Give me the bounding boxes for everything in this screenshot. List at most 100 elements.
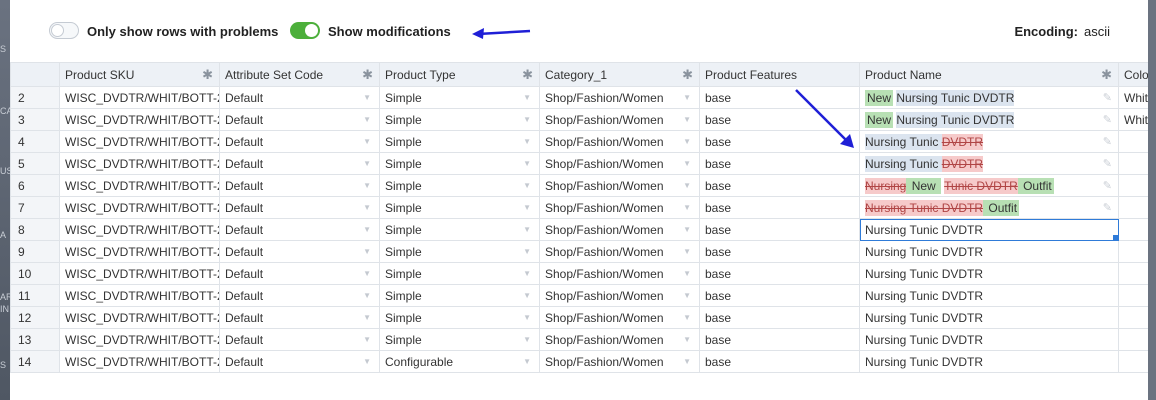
dropdown-caret-icon[interactable]: ▼ [363, 137, 371, 146]
cell-product-name[interactable]: Nursing Tunic DVDTR [859, 328, 1119, 351]
cell-sku[interactable]: WISC_DVDTR/WHIT/BOTT-2 [59, 350, 220, 373]
cell-product-name[interactable]: Nursing Tunic DVDTR [859, 240, 1119, 263]
dropdown-caret-icon[interactable]: ▼ [523, 93, 531, 102]
cell-category[interactable]: Shop/Fashion/Women ▼ [539, 306, 700, 329]
show-modifications-label[interactable]: Show modifications [328, 24, 451, 39]
cell-product-name[interactable]: Nursing Tunic DVDTR [859, 350, 1119, 373]
cell-product-type[interactable]: Simple ▼ [379, 284, 540, 307]
cell-sku[interactable]: WISC_DVDTR/WHIT/BOTT-2 [59, 108, 220, 131]
dropdown-caret-icon[interactable]: ▼ [523, 137, 531, 146]
cell-attribute-set[interactable]: Default ▼ [219, 130, 380, 153]
cell-product-type[interactable]: Simple ▼ [379, 262, 540, 285]
column-header-color[interactable]: Color [1118, 62, 1148, 87]
cell-product-features[interactable]: base [699, 350, 860, 373]
dropdown-caret-icon[interactable]: ▼ [683, 313, 691, 322]
cell-sku[interactable]: WISC_DVDTR/WHIT/BOTT-2 [59, 218, 220, 241]
cell-color[interactable] [1118, 350, 1148, 373]
cell-product-type[interactable]: Simple ▼ [379, 240, 540, 263]
dropdown-caret-icon[interactable]: ▼ [363, 357, 371, 366]
cell-product-type[interactable]: Simple ▼ [379, 174, 540, 197]
column-header-product-name[interactable]: Product Name ✱ [859, 62, 1119, 87]
cell-product-name[interactable]: New Nursing Tunic DVDTR ✎ [859, 86, 1119, 109]
dropdown-caret-icon[interactable]: ▼ [523, 357, 531, 366]
cell-product-name[interactable]: New Nursing Tunic DVDTR ✎ [859, 108, 1119, 131]
dropdown-caret-icon[interactable]: ▼ [683, 137, 691, 146]
dropdown-caret-icon[interactable]: ▼ [363, 313, 371, 322]
edit-pencil-icon[interactable]: ✎ [1103, 113, 1112, 126]
dropdown-caret-icon[interactable]: ▼ [683, 269, 691, 278]
cell-product-name[interactable]: Nursing Tunic DVDTR ✎ [859, 130, 1119, 153]
cell-product-name[interactable]: Nursing Tunic DVDTR ✎ [859, 152, 1119, 175]
cell-product-type[interactable]: Configurable ▼ [379, 350, 540, 373]
cell-color[interactable] [1118, 328, 1148, 351]
cell-product-type[interactable]: Simple ▼ [379, 196, 540, 219]
dropdown-caret-icon[interactable]: ▼ [523, 115, 531, 124]
cell-attribute-set[interactable]: Default ▼ [219, 174, 380, 197]
cell-color[interactable] [1118, 174, 1148, 197]
cell-category[interactable]: Shop/Fashion/Women ▼ [539, 196, 700, 219]
cell-attribute-set[interactable]: Default ▼ [219, 262, 380, 285]
dropdown-caret-icon[interactable]: ▼ [363, 269, 371, 278]
cell-category[interactable]: Shop/Fashion/Women ▼ [539, 86, 700, 109]
cell-category[interactable]: Shop/Fashion/Women ▼ [539, 174, 700, 197]
column-header-category[interactable]: Category_1 ✱ [539, 62, 700, 87]
cell-color[interactable] [1118, 284, 1148, 307]
cell-color[interactable] [1118, 152, 1148, 175]
dropdown-caret-icon[interactable]: ▼ [363, 203, 371, 212]
dropdown-caret-icon[interactable]: ▼ [523, 203, 531, 212]
dropdown-caret-icon[interactable]: ▼ [683, 159, 691, 168]
cell-sku[interactable]: WISC_DVDTR/WHIT/BOTT-2 [59, 152, 220, 175]
edit-pencil-icon[interactable]: ✎ [1103, 157, 1112, 170]
dropdown-caret-icon[interactable]: ▼ [523, 335, 531, 344]
dropdown-caret-icon[interactable]: ▼ [363, 291, 371, 300]
dropdown-caret-icon[interactable]: ▼ [683, 291, 691, 300]
cell-product-name[interactable]: Nursing Tunic DVDTR [859, 306, 1119, 329]
only-problems-label[interactable]: Only show rows with problems [87, 24, 278, 39]
cell-product-features[interactable]: base [699, 284, 860, 307]
cell-category[interactable]: Shop/Fashion/Women ▼ [539, 350, 700, 373]
cell-product-features[interactable]: base [699, 152, 860, 175]
dropdown-caret-icon[interactable]: ▼ [363, 225, 371, 234]
cell-color[interactable] [1118, 130, 1148, 153]
dropdown-caret-icon[interactable]: ▼ [363, 247, 371, 256]
cell-sku[interactable]: WISC_DVDTR/WHIT/BOTT-2 [59, 86, 220, 109]
only-problems-toggle[interactable] [49, 22, 79, 39]
cell-product-type[interactable]: Simple ▼ [379, 152, 540, 175]
column-header-product-features[interactable]: Product Features [699, 62, 860, 87]
cell-attribute-set[interactable]: Default ▼ [219, 240, 380, 263]
cell-attribute-set[interactable]: Default ▼ [219, 86, 380, 109]
column-header-product-type[interactable]: Product Type ✱ [379, 62, 540, 87]
cell-attribute-set[interactable]: Default ▼ [219, 196, 380, 219]
cell-product-type[interactable]: Simple ▼ [379, 328, 540, 351]
cell-product-features[interactable]: base [699, 240, 860, 263]
dropdown-caret-icon[interactable]: ▼ [523, 247, 531, 256]
dropdown-caret-icon[interactable]: ▼ [363, 181, 371, 190]
cell-product-features[interactable]: base [699, 218, 860, 241]
dropdown-caret-icon[interactable]: ▼ [683, 357, 691, 366]
cell-product-features[interactable]: base [699, 262, 860, 285]
dropdown-caret-icon[interactable]: ▼ [683, 181, 691, 190]
dropdown-caret-icon[interactable]: ▼ [363, 335, 371, 344]
cell-attribute-set[interactable]: Default ▼ [219, 108, 380, 131]
dropdown-caret-icon[interactable]: ▼ [523, 159, 531, 168]
dropdown-caret-icon[interactable]: ▼ [363, 115, 371, 124]
cell-category[interactable]: Shop/Fashion/Women ▼ [539, 130, 700, 153]
cell-category[interactable]: Shop/Fashion/Women ▼ [539, 262, 700, 285]
cell-color[interactable] [1118, 262, 1148, 285]
cell-product-type[interactable]: Simple ▼ [379, 86, 540, 109]
cell-color[interactable] [1118, 240, 1148, 263]
dropdown-caret-icon[interactable]: ▼ [363, 159, 371, 168]
edit-pencil-icon[interactable]: ✎ [1103, 179, 1112, 192]
cell-color[interactable]: White [1118, 108, 1148, 131]
cell-product-name[interactable]: Nursing Tunic DVDTR Outfit ✎ [859, 196, 1119, 219]
cell-attribute-set[interactable]: Default ▼ [219, 152, 380, 175]
dropdown-caret-icon[interactable]: ▼ [683, 335, 691, 344]
dropdown-caret-icon[interactable]: ▼ [683, 225, 691, 234]
cell-color[interactable] [1118, 306, 1148, 329]
cell-product-name[interactable]: Nursing New Tunic DVDTR Outfit ✎ [859, 174, 1119, 197]
cell-category[interactable]: Shop/Fashion/Women ▼ [539, 284, 700, 307]
cell-color[interactable] [1118, 218, 1148, 241]
column-header-sku[interactable]: Product SKU ✱ [59, 62, 220, 87]
cell-category[interactable]: Shop/Fashion/Women ▼ [539, 152, 700, 175]
cell-product-type[interactable]: Simple ▼ [379, 218, 540, 241]
